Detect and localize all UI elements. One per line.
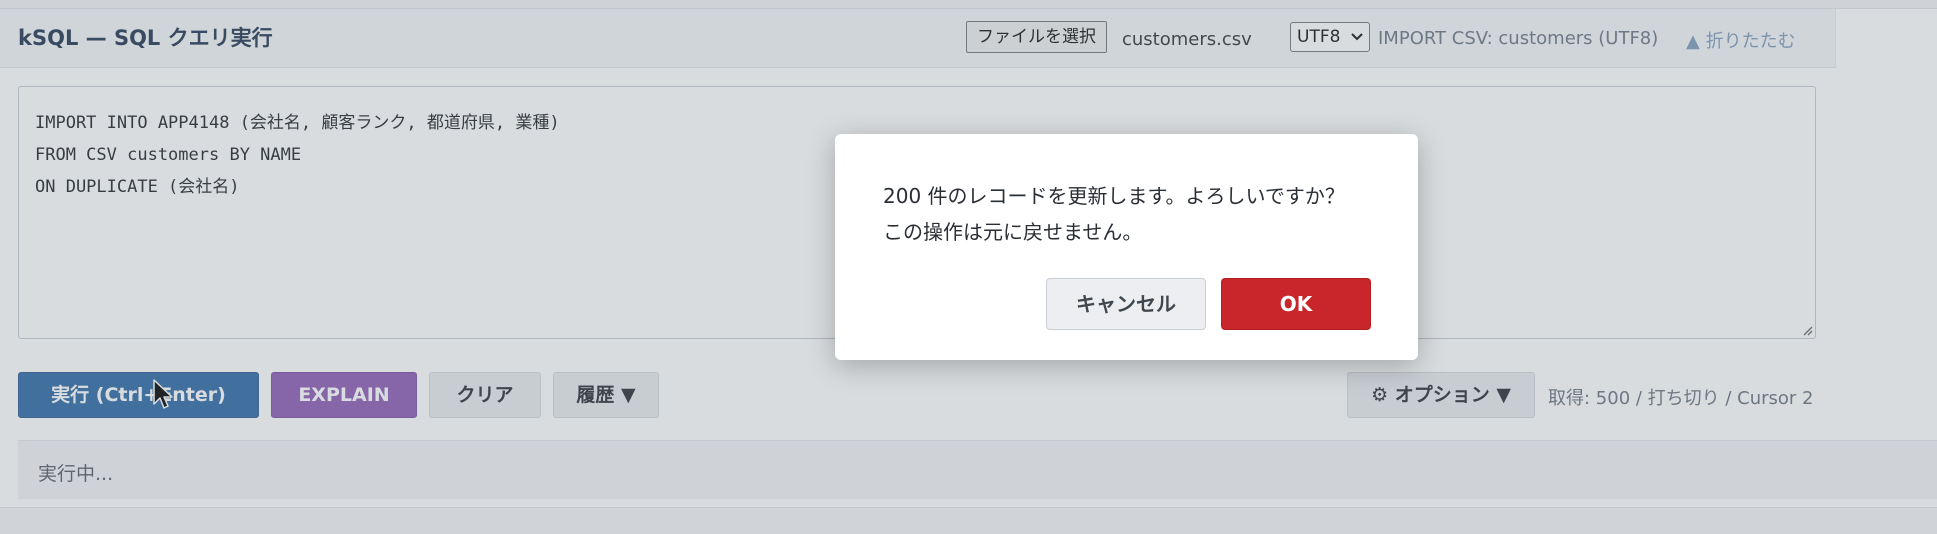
confirm-dialog: 200 件のレコードを更新します。よろしいですか？ この操作は元に戻せません。 … bbox=[835, 134, 1418, 360]
dialog-message: 200 件のレコードを更新します。よろしいですか？ この操作は元に戻せません。 bbox=[883, 178, 1345, 250]
dialog-message-line-1: 200 件のレコードを更新します。よろしいですか？ bbox=[883, 184, 1345, 208]
cancel-button[interactable]: キャンセル bbox=[1046, 278, 1206, 330]
dialog-message-line-2: この操作は元に戻せません。 bbox=[883, 220, 1143, 244]
ok-button[interactable]: OK bbox=[1221, 278, 1371, 330]
